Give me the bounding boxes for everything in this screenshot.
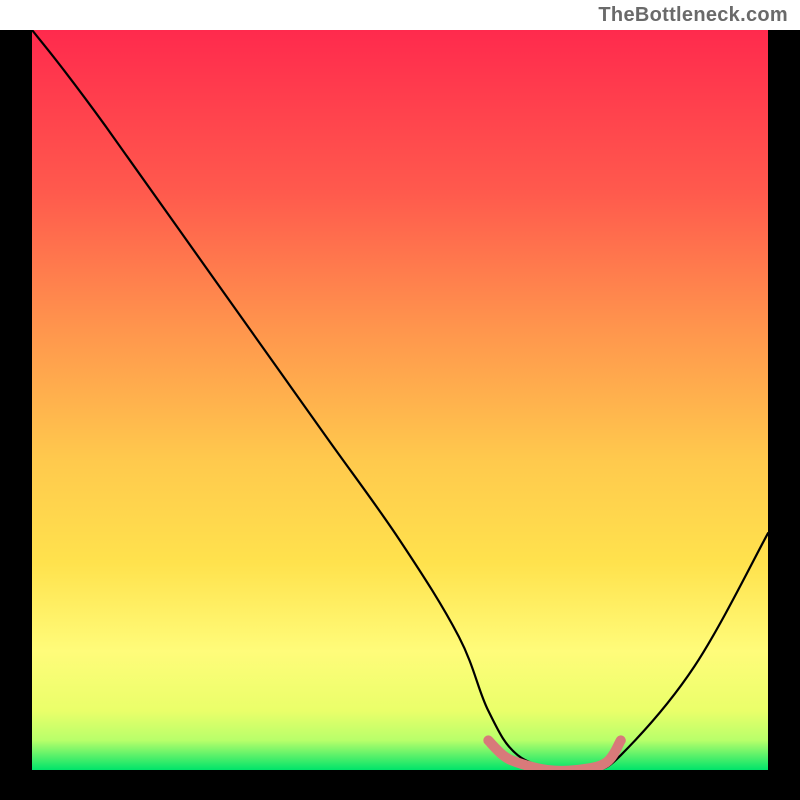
chart-plot (32, 30, 768, 770)
chart-svg (32, 30, 768, 770)
attribution-label: TheBottleneck.com (598, 4, 788, 27)
chart-container: TheBottleneck.com (0, 0, 800, 800)
gradient-bg (32, 30, 768, 770)
chart-frame (0, 30, 800, 800)
